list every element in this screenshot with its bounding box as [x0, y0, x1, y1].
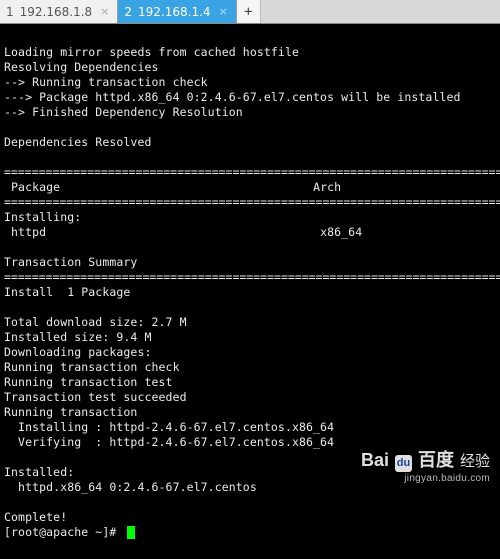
installing-label: Installing: [4, 210, 81, 224]
prompt-line[interactable]: [root@apache ~]# [4, 525, 496, 540]
terminal-line: Dependencies Resolved [4, 135, 152, 149]
terminal-line: --> Running transaction check [4, 75, 208, 89]
table-header-arch: Arch [313, 180, 341, 194]
terminal-line: Installed size: 9.4 M [4, 330, 152, 344]
close-icon[interactable]: × [98, 5, 111, 18]
terminal-line: httpd.x86_64 0:2.4.6-67.el7.centos [4, 480, 257, 494]
shell-prompt: [root@apache ~]# [4, 525, 123, 540]
separator-line: ========================================… [4, 165, 500, 179]
terminal-line: --> Finished Dependency Resolution [4, 105, 243, 119]
cursor-icon [127, 526, 135, 539]
terminal-line: Running transaction check [4, 360, 180, 374]
terminal-line: ---> Package httpd.x86_64 0:2.4.6-67.el7… [4, 90, 461, 104]
terminal-line: Installing : httpd-2.4.6-67.el7.centos.x… [4, 420, 334, 434]
separator-line: ========================================… [4, 195, 500, 209]
add-tab-button[interactable]: + [237, 0, 261, 23]
close-icon[interactable]: × [217, 5, 230, 18]
terminal-line: Complete! [4, 510, 67, 524]
terminal-line: Verifying : httpd-2.4.6-67.el7.centos.x8… [4, 435, 334, 449]
tab-192-168-1-4[interactable]: 2 192.168.1.4 × [118, 0, 236, 23]
terminal-line: Running transaction [4, 405, 137, 419]
terminal-line: Transaction test succeeded [4, 390, 187, 404]
terminal-line: Loading mirror speeds from cached hostfi… [4, 45, 299, 59]
terminal-line: Downloading packages: [4, 345, 152, 359]
summary-label: Transaction Summary [4, 255, 137, 269]
tab-192-168-1-8[interactable]: 1 192.168.1.8 × [0, 0, 118, 23]
terminal-line: Resolving Dependencies [4, 60, 159, 74]
plus-icon: + [244, 4, 252, 20]
tab-index: 1 [6, 5, 14, 19]
table-row-package: httpd [4, 225, 46, 239]
terminal-output[interactable]: Loading mirror speeds from cached hostfi… [0, 24, 500, 559]
table-row-arch: x86_64 [320, 225, 362, 239]
terminal-line: Installed: [4, 465, 74, 479]
terminal-line: Total download size: 2.7 M [4, 315, 187, 329]
tab-title: 192.168.1.8 [20, 5, 93, 19]
tab-title: 192.168.1.4 [138, 5, 211, 19]
terminal-line: Running transaction test [4, 375, 173, 389]
tab-bar: 1 192.168.1.8 × 2 192.168.1.4 × + [0, 0, 500, 24]
tab-index: 2 [124, 5, 132, 19]
separator-line: ========================================… [4, 270, 500, 284]
table-header-package: Package [4, 180, 60, 194]
install-count: Install 1 Package [4, 285, 130, 299]
